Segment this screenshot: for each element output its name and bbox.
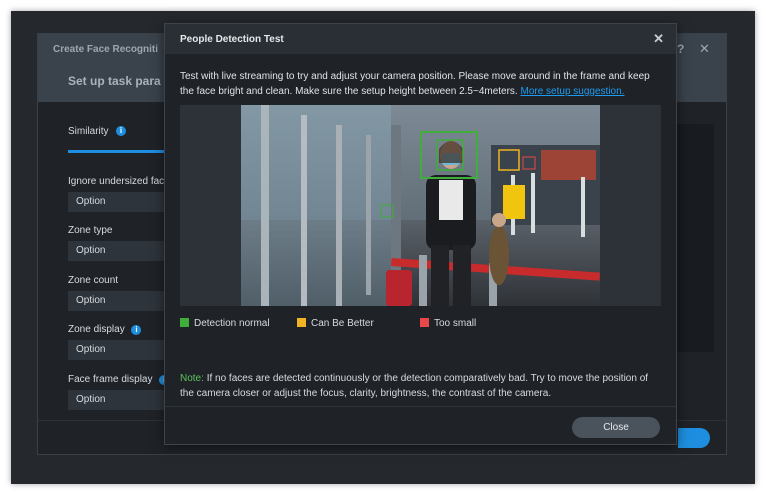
close-button[interactable]: Close [572, 417, 660, 438]
people-detection-test-modal: People Detection Test ✕ Test with live s… [164, 23, 677, 445]
modal-header: People Detection Test ✕ [165, 24, 676, 54]
tab-similarity[interactable]: Similarity [68, 126, 109, 137]
live-stream-image [241, 105, 600, 306]
dialog-close-icon[interactable]: ✕ [699, 41, 710, 57]
info-icon[interactable]: i [131, 325, 142, 335]
select-face-frame-display[interactable]: Option [68, 390, 168, 410]
legend-can-be-better: Can Be Better [297, 318, 374, 329]
legend-label: Can Be Better [311, 318, 374, 329]
dialog-subtitle: Set up task para [68, 74, 161, 88]
red-swatch-icon [420, 318, 429, 327]
next-button[interactable] [678, 428, 710, 448]
note: Note: If no faces are detected continuou… [180, 371, 660, 401]
legend-label: Detection normal [194, 318, 270, 329]
select-zone-display[interactable]: Option [68, 340, 168, 360]
modal-footer-divider [165, 406, 676, 407]
modal-description: Test with live streaming to try and adju… [180, 69, 665, 99]
field-label-zone-count: Zone count [68, 275, 119, 286]
live-stream-area [180, 105, 661, 306]
field-label-zone-display: Zone display i [68, 324, 142, 335]
legend-detection-normal: Detection normal [180, 318, 270, 329]
legend-label: Too small [434, 318, 477, 329]
more-setup-suggestion-link[interactable]: More setup suggestion. [521, 86, 625, 97]
green-swatch-icon [180, 318, 189, 327]
dialog-title: Create Face Recogniti [53, 44, 159, 55]
field-label-text: Zone display [68, 324, 125, 335]
legend-too-small: Too small [420, 318, 476, 329]
tab-indicator [68, 150, 166, 153]
field-label-zone-type: Zone type [68, 225, 113, 236]
note-label: Note: [180, 373, 204, 384]
info-icon[interactable]: i [116, 126, 126, 136]
field-label-text: Face frame display [68, 374, 153, 385]
yellow-swatch-icon [297, 318, 306, 327]
close-icon[interactable]: ✕ [653, 31, 664, 47]
select-zone-type[interactable]: Option [68, 241, 168, 261]
select-zone-count[interactable]: Option [68, 291, 168, 311]
select-ignore-undersized[interactable]: Option [68, 192, 168, 212]
field-label-face-frame-display: Face frame display i [68, 374, 170, 385]
preview-panel [676, 124, 714, 352]
note-text: If no faces are detected continuously or… [180, 373, 649, 399]
help-icon[interactable]: ? [677, 42, 684, 56]
modal-title: People Detection Test [180, 34, 284, 45]
field-label-ignore-undersized: Ignore undersized fac [68, 176, 165, 187]
